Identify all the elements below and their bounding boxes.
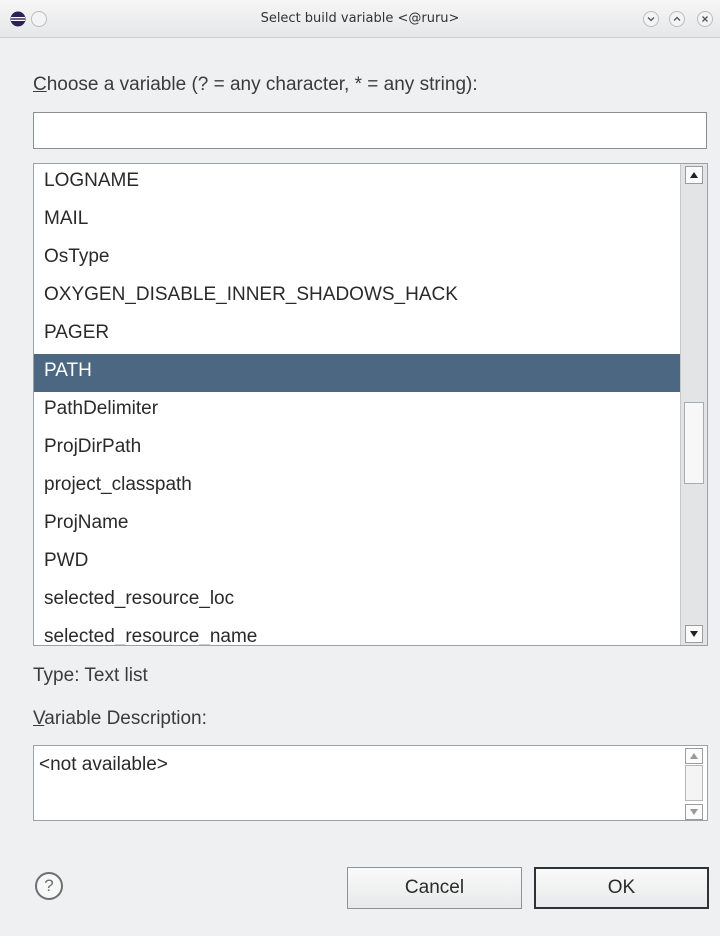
description-label-accelerator: V bbox=[33, 708, 45, 729]
close-icon bbox=[702, 16, 708, 22]
filter-label-text: hoose a variable (? = any character, * =… bbox=[46, 74, 478, 95]
variable-list-items: LOGNAME MAIL OsType OXYGEN_DISABLE_INNER_SH… bbox=[34, 164, 681, 645]
maximize-button[interactable] bbox=[669, 11, 685, 27]
list-scrollbar[interactable] bbox=[680, 164, 707, 645]
triangle-up-icon bbox=[690, 753, 698, 759]
triangle-down-icon bbox=[690, 631, 698, 637]
description-scrollbar[interactable] bbox=[685, 748, 705, 820]
list-item[interactable]: selected_resource_name bbox=[34, 620, 681, 645]
list-item[interactable]: PATH bbox=[34, 354, 681, 392]
ok-button[interactable]: OK bbox=[534, 867, 709, 909]
list-item[interactable]: ProjName bbox=[34, 506, 681, 544]
description-label: Variable Description: bbox=[33, 708, 207, 730]
minimize-button[interactable] bbox=[643, 11, 659, 27]
window-title: Select build variable <@ruru> bbox=[260, 11, 460, 26]
list-item[interactable]: project_classpath bbox=[34, 468, 681, 506]
list-item[interactable]: PAGER bbox=[34, 316, 681, 354]
list-item[interactable]: PWD bbox=[34, 544, 681, 582]
list-item[interactable]: PathDelimiter bbox=[34, 392, 681, 430]
scroll-down-button[interactable] bbox=[685, 625, 703, 643]
list-item[interactable]: OsType bbox=[34, 240, 681, 278]
list-item[interactable]: OXYGEN_DISABLE_INNER_SHADOWS_HACK bbox=[34, 278, 681, 316]
scroll-thumb[interactable] bbox=[684, 402, 704, 484]
filter-input[interactable] bbox=[33, 112, 707, 149]
list-item[interactable]: MAIL bbox=[34, 202, 681, 240]
variable-list[interactable]: LOGNAME MAIL OsType OXYGEN_DISABLE_INNER_SH… bbox=[33, 163, 708, 646]
chevron-down-icon bbox=[647, 17, 655, 22]
description-scroll-up[interactable] bbox=[685, 748, 703, 764]
cancel-button[interactable]: Cancel bbox=[347, 867, 522, 909]
help-button[interactable]: ? bbox=[35, 872, 63, 900]
close-button[interactable] bbox=[697, 11, 713, 27]
filter-label: Choose a variable (? = any character, * … bbox=[33, 74, 478, 96]
type-label: Type: Text list bbox=[33, 665, 148, 686]
scroll-up-button[interactable] bbox=[685, 166, 703, 184]
title-bar: Select build variable <@ruru> bbox=[0, 0, 720, 38]
triangle-up-icon bbox=[690, 172, 698, 178]
description-area[interactable]: <not available> bbox=[33, 745, 708, 821]
description-scroll-down[interactable] bbox=[685, 804, 703, 820]
list-item[interactable]: selected_resource_loc bbox=[34, 582, 681, 620]
filter-label-accelerator: C bbox=[33, 74, 47, 95]
description-scroll-track[interactable] bbox=[685, 765, 703, 801]
description-label-text: ariable Description: bbox=[44, 708, 207, 729]
description-text: <not available> bbox=[39, 754, 168, 775]
triangle-down-icon bbox=[690, 809, 698, 815]
chevron-up-icon bbox=[673, 16, 681, 21]
list-item[interactable]: ProjDirPath bbox=[34, 430, 681, 468]
list-item[interactable]: LOGNAME bbox=[34, 164, 681, 202]
